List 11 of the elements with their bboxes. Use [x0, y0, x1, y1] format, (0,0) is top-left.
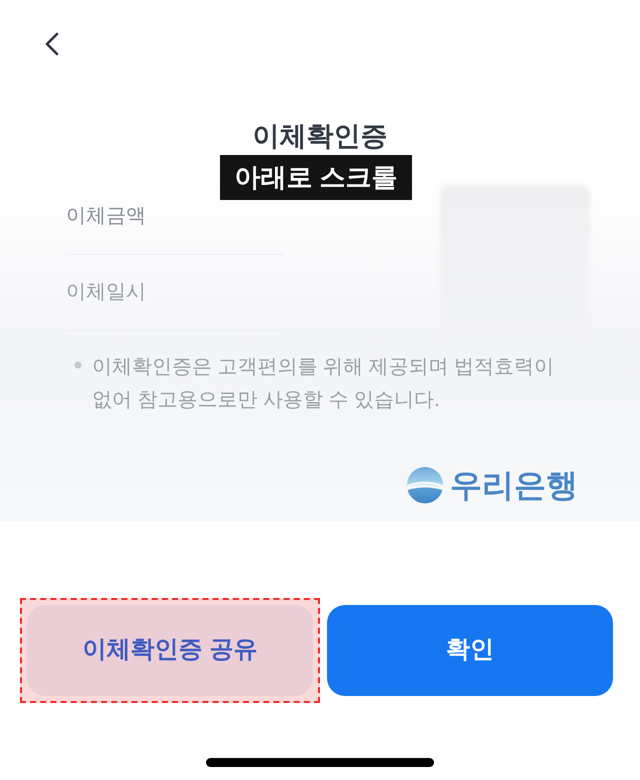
bank-name: 우리은행: [450, 466, 578, 504]
confirm-button[interactable]: 확인: [327, 604, 613, 696]
annotation-label: 아래로 스크롤: [220, 154, 412, 200]
detail-label: 이체금액: [66, 204, 147, 229]
detail-label: 이체일시: [66, 280, 147, 305]
bullet-icon: [74, 360, 82, 368]
notice-text: 이체확인증은 고객편의를 위해 제공되며 법적효력이 없어 참고용으로만 사용할 수 있습니다.: [92, 354, 556, 412]
share-button[interactable]: 이체확인증 공유: [27, 604, 313, 696]
bank-logo-icon: [406, 466, 444, 504]
page-title: 이체확인증: [252, 120, 388, 153]
back-icon[interactable]: [44, 32, 60, 56]
